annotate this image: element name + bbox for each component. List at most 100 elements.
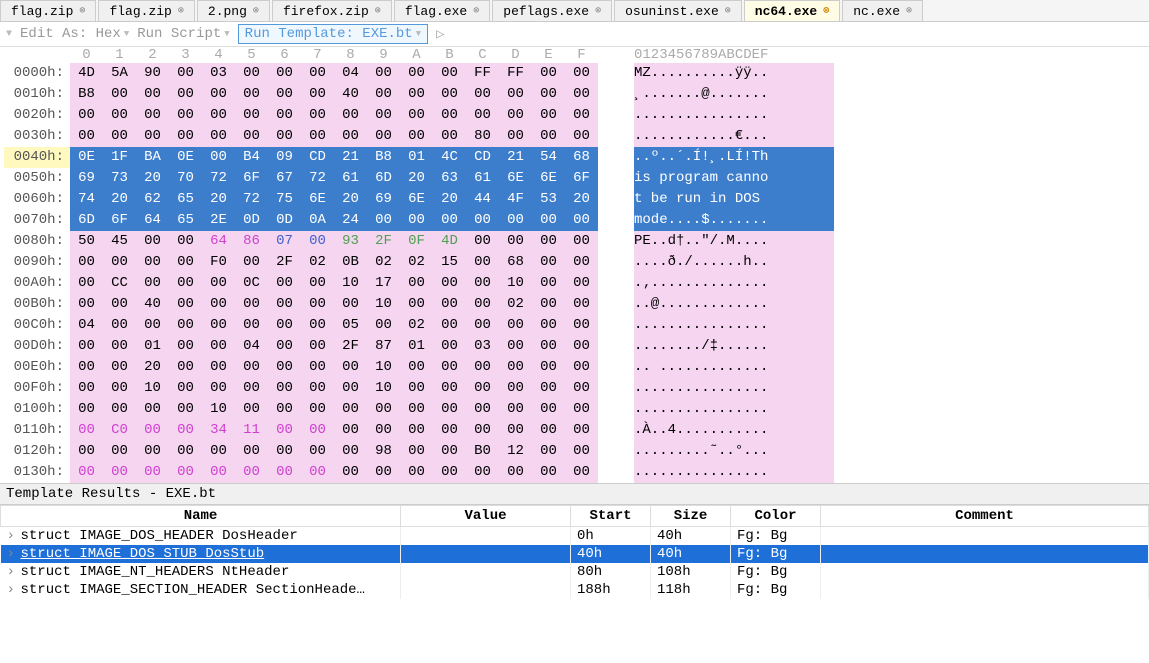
hex-byte[interactable]: 6D bbox=[367, 168, 400, 189]
hex-byte[interactable]: 2E bbox=[202, 210, 235, 231]
table-row[interactable]: ›struct IMAGE_NT_HEADERS NtHeader80h108h… bbox=[1, 563, 1149, 581]
hex-byte[interactable]: 20 bbox=[136, 357, 169, 378]
hex-byte[interactable]: 00 bbox=[301, 84, 334, 105]
hex-byte[interactable]: 74 bbox=[70, 189, 103, 210]
hex-byte[interactable]: 00 bbox=[235, 315, 268, 336]
hex-byte[interactable]: 01 bbox=[136, 336, 169, 357]
hex-byte[interactable]: 20 bbox=[103, 189, 136, 210]
hex-byte[interactable]: 00 bbox=[103, 252, 136, 273]
hex-byte[interactable]: 00 bbox=[532, 273, 565, 294]
hex-byte[interactable]: 00 bbox=[202, 105, 235, 126]
hex-byte[interactable]: 04 bbox=[235, 336, 268, 357]
hex-byte[interactable]: 6E bbox=[301, 189, 334, 210]
hex-byte[interactable]: 00 bbox=[301, 462, 334, 483]
hex-byte[interactable]: 72 bbox=[301, 168, 334, 189]
hex-byte[interactable]: 00 bbox=[169, 294, 202, 315]
hex-row[interactable]: 0080h:5045000064860700932F0F4D00000000PE… bbox=[0, 231, 1149, 252]
hex-byte[interactable]: 00 bbox=[202, 273, 235, 294]
tree-caret-icon[interactable]: › bbox=[7, 582, 17, 598]
hex-byte[interactable]: 00 bbox=[565, 378, 598, 399]
hex-byte[interactable]: 21 bbox=[334, 147, 367, 168]
hex-byte[interactable]: 00 bbox=[532, 105, 565, 126]
hex-byte[interactable]: 00 bbox=[70, 420, 103, 441]
hex-byte[interactable]: 00 bbox=[433, 399, 466, 420]
hex-byte[interactable]: 00 bbox=[367, 420, 400, 441]
hex-byte[interactable]: 10 bbox=[136, 378, 169, 399]
hex-byte[interactable]: 00 bbox=[499, 462, 532, 483]
hex-byte[interactable]: 2F bbox=[334, 336, 367, 357]
hex-byte[interactable]: 00 bbox=[334, 294, 367, 315]
hex-row[interactable]: 0110h:00C00000341100000000000000000000.À… bbox=[0, 420, 1149, 441]
hex-byte[interactable]: 00 bbox=[301, 63, 334, 84]
hex-byte[interactable]: 00 bbox=[433, 126, 466, 147]
hex-byte[interactable]: 04 bbox=[70, 315, 103, 336]
hex-row[interactable]: 0130h:00000000000000000000000000000000..… bbox=[0, 462, 1149, 483]
hex-byte[interactable]: 00 bbox=[136, 462, 169, 483]
hex-byte[interactable]: 00 bbox=[565, 210, 598, 231]
close-icon[interactable]: ⊗ bbox=[906, 5, 912, 17]
hex-byte[interactable]: 4D bbox=[70, 63, 103, 84]
close-icon[interactable]: ⊗ bbox=[253, 5, 259, 17]
hex-byte[interactable]: 00 bbox=[70, 105, 103, 126]
hex-byte[interactable]: 00 bbox=[334, 420, 367, 441]
hex-byte[interactable]: 00 bbox=[169, 231, 202, 252]
close-icon[interactable]: ⊗ bbox=[725, 5, 731, 17]
table-row[interactable]: ›struct IMAGE_SECTION_HEADER SectionHead… bbox=[1, 581, 1149, 599]
hex-byte[interactable]: 03 bbox=[466, 336, 499, 357]
hex-byte[interactable]: F0 bbox=[202, 252, 235, 273]
tree-caret-icon[interactable]: › bbox=[7, 546, 17, 562]
hex-byte[interactable]: 02 bbox=[301, 252, 334, 273]
hex-byte[interactable]: 00 bbox=[169, 399, 202, 420]
hex-byte[interactable]: 00 bbox=[565, 63, 598, 84]
hex-byte[interactable]: 00 bbox=[70, 441, 103, 462]
file-tab-5[interactable]: peflags.exe⊗ bbox=[492, 0, 612, 21]
hex-byte[interactable]: 65 bbox=[169, 210, 202, 231]
hex-byte[interactable]: 6F bbox=[565, 168, 598, 189]
hex-byte[interactable]: 00 bbox=[235, 105, 268, 126]
hex-byte[interactable]: 00 bbox=[235, 399, 268, 420]
hex-byte[interactable]: 1F bbox=[103, 147, 136, 168]
hex-byte[interactable]: 0F bbox=[400, 231, 433, 252]
hex-byte[interactable]: 00 bbox=[169, 315, 202, 336]
hex-byte[interactable]: 00 bbox=[301, 126, 334, 147]
hex-byte[interactable]: 00 bbox=[433, 84, 466, 105]
hex-byte[interactable]: 00 bbox=[400, 378, 433, 399]
hex-byte[interactable]: 00 bbox=[466, 378, 499, 399]
hex-byte[interactable]: 69 bbox=[367, 189, 400, 210]
hex-byte[interactable]: 00 bbox=[169, 252, 202, 273]
hex-byte[interactable]: 00 bbox=[136, 315, 169, 336]
hex-byte[interactable]: 17 bbox=[367, 273, 400, 294]
hex-byte[interactable]: 00 bbox=[466, 105, 499, 126]
table-header[interactable]: Name bbox=[1, 506, 401, 527]
hex-byte[interactable]: 00 bbox=[136, 420, 169, 441]
hex-byte[interactable]: 00 bbox=[499, 336, 532, 357]
hex-byte[interactable]: 10 bbox=[367, 378, 400, 399]
hex-byte[interactable]: 00 bbox=[466, 84, 499, 105]
hex-byte[interactable]: 6E bbox=[499, 168, 532, 189]
hex-byte[interactable]: 00 bbox=[499, 399, 532, 420]
table-header[interactable]: Value bbox=[401, 506, 571, 527]
hex-byte[interactable]: 00 bbox=[532, 441, 565, 462]
hex-byte[interactable]: 00 bbox=[532, 315, 565, 336]
hex-byte[interactable]: 00 bbox=[169, 273, 202, 294]
hex-byte[interactable]: 00 bbox=[70, 462, 103, 483]
hex-byte[interactable]: 2F bbox=[367, 231, 400, 252]
hex-byte[interactable]: 02 bbox=[367, 252, 400, 273]
hex-byte[interactable]: 68 bbox=[499, 252, 532, 273]
hex-byte[interactable]: 2F bbox=[268, 252, 301, 273]
hex-row[interactable]: 0120h:000000000000000000980000B0120000..… bbox=[0, 441, 1149, 462]
hex-byte[interactable]: 53 bbox=[532, 189, 565, 210]
hex-byte[interactable]: 00 bbox=[565, 399, 598, 420]
hex-byte[interactable]: 00 bbox=[301, 336, 334, 357]
hex-byte[interactable]: 00 bbox=[268, 357, 301, 378]
hex-row[interactable]: 0020h:00000000000000000000000000000000..… bbox=[0, 105, 1149, 126]
hex-byte[interactable]: 00 bbox=[499, 420, 532, 441]
hex-byte[interactable]: 00 bbox=[70, 252, 103, 273]
file-tab-3[interactable]: firefox.zip⊗ bbox=[272, 0, 392, 21]
hex-byte[interactable]: 86 bbox=[235, 231, 268, 252]
table-header[interactable]: Comment bbox=[821, 506, 1149, 527]
hex-byte[interactable]: 00 bbox=[466, 357, 499, 378]
hex-byte[interactable]: 00 bbox=[400, 420, 433, 441]
hex-byte[interactable]: B0 bbox=[466, 441, 499, 462]
file-tab-1[interactable]: flag.zip⊗ bbox=[98, 0, 194, 21]
